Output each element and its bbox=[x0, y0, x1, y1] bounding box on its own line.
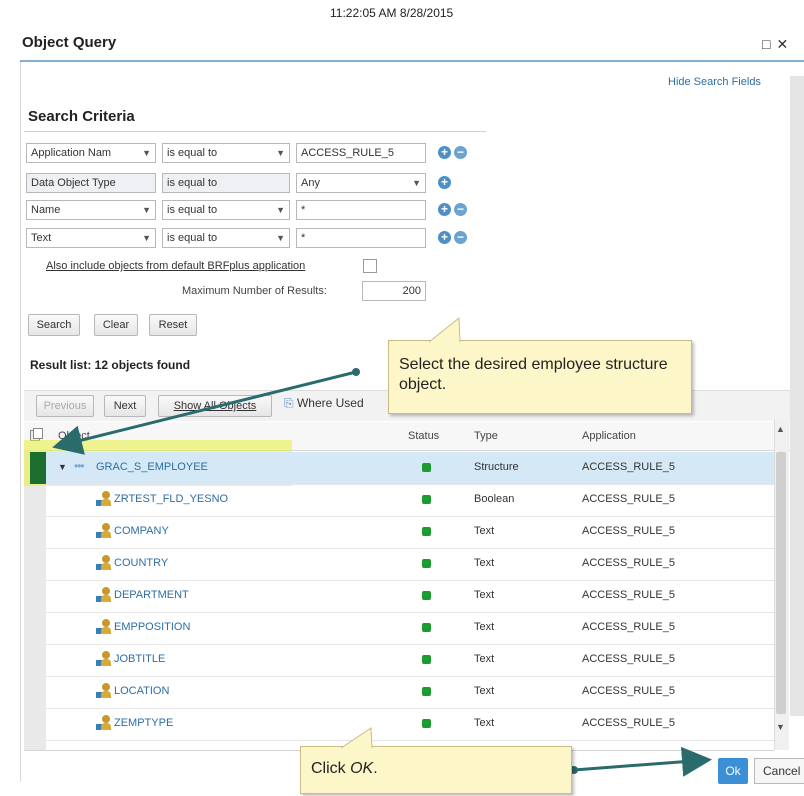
callout-tab-shape bbox=[429, 317, 461, 343]
callout-select-object: Select the desired employee structure ob… bbox=[388, 317, 692, 414]
callout-click-ok-em: OK bbox=[350, 760, 374, 777]
callout-click-ok-prefix: Click bbox=[311, 760, 351, 777]
callout-click-ok-suffix: . bbox=[373, 760, 378, 777]
callout-tab bbox=[341, 727, 373, 749]
callout-select-text: Select the desired employee structure ob… bbox=[399, 356, 668, 393]
arrow-to-ok bbox=[573, 746, 712, 777]
arrow-origin-dot bbox=[352, 368, 360, 376]
callout-click-ok-text: Click OK. bbox=[311, 759, 378, 779]
callout-click-ok: Click OK. bbox=[300, 727, 572, 794]
callout-tab-shape bbox=[341, 727, 373, 749]
callout-tab bbox=[429, 317, 461, 343]
arrow-to-object bbox=[52, 370, 357, 455]
